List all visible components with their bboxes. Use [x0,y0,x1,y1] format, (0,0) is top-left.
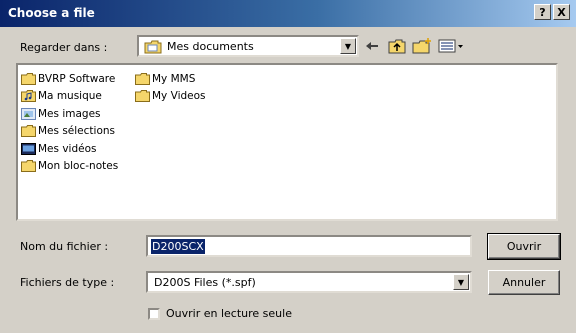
folder-icon [135,90,150,103]
filetype-dropdown[interactable]: D200S Files (*.spf) ▼ [146,271,472,293]
view-menu-icon[interactable] [436,35,466,57]
chevron-down-icon[interactable]: ▼ [340,38,356,54]
filename-field[interactable]: D200SCX [146,235,472,257]
list-item[interactable]: Mes images [21,105,118,123]
list-item-label: Mes vidéos [38,142,97,155]
list-item[interactable]: My Videos [135,88,206,106]
folder-icon [135,72,150,85]
list-item-label: My MMS [152,72,196,85]
folder-icon [21,125,36,138]
file-list-column-1: BVRP Software Ma musique Mes images Mes … [21,70,118,175]
look-in-dropdown[interactable]: Mes documents ▼ [137,35,359,57]
list-item-label: BVRP Software [38,72,116,85]
filename-label: Nom du fichier : [20,240,109,253]
title-buttons: ? X [534,4,570,20]
list-item-label: Mon bloc-notes [38,160,119,173]
list-item[interactable]: BVRP Software [21,70,118,88]
up-folder-icon[interactable] [385,35,409,57]
filetype-label: Fichiers de type : [20,276,115,289]
videos-folder-icon [21,142,36,155]
music-folder-icon [21,90,36,103]
list-item-label: Mes images [38,107,101,120]
list-item[interactable]: Ma musique [21,88,118,106]
window-title: Choose a file [8,6,95,20]
title-bar: Choose a file ? X [0,0,576,27]
file-list-column-2: My MMS My Videos [135,70,206,105]
pictures-folder-icon [21,107,36,120]
look-in-label: Regarder dans : [20,41,108,54]
readonly-checkbox[interactable] [148,308,160,320]
filetype-value: D200S Files (*.spf) [154,276,256,289]
readonly-label[interactable]: Ouvrir en lecture seule [166,307,292,320]
list-item[interactable]: Mes sélections [21,123,118,141]
list-item-label: My Videos [152,90,206,103]
filename-value: D200SCX [151,239,205,254]
look-in-value: Mes documents [167,40,254,53]
help-button[interactable]: ? [534,4,551,20]
list-item-label: Ma musique [38,90,102,103]
close-button[interactable]: X [553,4,570,20]
folder-icon [21,72,36,85]
cancel-button[interactable]: Annuler [488,270,560,295]
list-item[interactable]: My MMS [135,70,206,88]
list-item[interactable]: Mon bloc-notes [21,158,118,176]
new-folder-icon[interactable] [410,35,434,57]
documents-folder-icon [144,40,162,54]
folder-icon [21,160,36,173]
chevron-down-icon[interactable]: ▼ [453,274,469,290]
open-button[interactable]: Ouvrir [487,233,561,260]
back-arrow-icon[interactable] [360,35,384,57]
list-item[interactable]: Mes vidéos [21,140,118,158]
file-list[interactable]: BVRP Software Ma musique Mes images Mes … [16,63,558,221]
list-item-label: Mes sélections [38,125,115,138]
